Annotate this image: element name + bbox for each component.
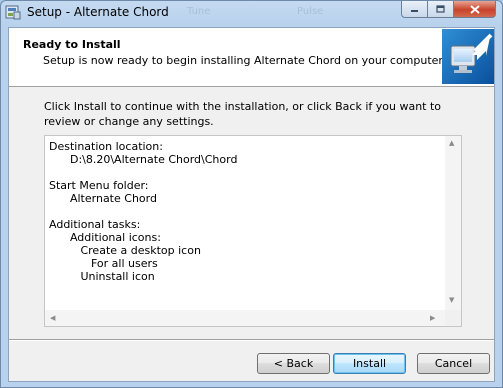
scroll-right-icon[interactable]: ▶ (430, 314, 435, 322)
ready-memo[interactable]: Destination location: D:\8.20\Alternate … (44, 135, 462, 327)
vertical-scrollbar[interactable]: ▲ ▼ (445, 136, 461, 310)
scroll-left-icon[interactable]: ◀ (50, 314, 55, 322)
wizard-header: Ready to Install Setup is now ready to b… (9, 28, 494, 87)
background-tab-text: Tune (187, 6, 211, 17)
cancel-button[interactable]: Cancel (417, 353, 490, 374)
memo-line: Create a desktop icon (49, 244, 201, 257)
memo-line: Destination location: (49, 140, 163, 153)
page-title: Ready to Install (23, 38, 121, 51)
setup-window: Setup - Alternate Chord Tune Pulse Ready… (0, 0, 503, 388)
caption-buttons (401, 1, 496, 19)
memo-line (49, 166, 237, 179)
memo-line: D:\8.20\Alternate Chord\Chord (49, 153, 238, 166)
memo-line: Start Menu folder: (49, 179, 149, 192)
horizontal-scrollbar[interactable]: ◀ ▶ (45, 310, 445, 326)
memo-line: Alternate Chord (49, 192, 157, 205)
minimize-icon (411, 10, 418, 12)
memo-line: Additional tasks: (49, 218, 141, 231)
memo-line (49, 205, 237, 218)
window-title: Setup - Alternate Chord (27, 5, 169, 19)
memo-line: For all users (49, 257, 158, 270)
computer-install-icon (442, 29, 494, 84)
title-bar[interactable]: Setup - Alternate Chord Tune Pulse (1, 1, 502, 27)
memo-line: Uninstall icon (49, 270, 155, 283)
memo-text: Destination location: D:\8.20\Alternate … (49, 140, 237, 283)
scroll-corner (445, 310, 461, 326)
wizard-body: Ready to Install Setup is now ready to b… (8, 27, 495, 382)
install-button[interactable]: Install (333, 353, 406, 374)
close-button[interactable] (453, 1, 496, 18)
scroll-up-icon[interactable]: ▲ (449, 139, 454, 147)
memo-line: Additional icons: (49, 231, 161, 244)
page-subtitle: Setup is now ready to begin installing A… (43, 54, 446, 67)
minimize-button[interactable] (401, 1, 427, 18)
button-divider (9, 339, 494, 341)
close-icon (469, 4, 480, 14)
intro-text: Click Install to continue with the insta… (44, 100, 442, 128)
scroll-down-icon[interactable]: ▼ (449, 296, 454, 304)
background-tab-text: Pulse (297, 6, 324, 17)
maximize-icon (436, 5, 445, 13)
setup-app-icon (5, 5, 21, 20)
maximize-button[interactable] (427, 1, 453, 18)
back-button[interactable]: < Back (257, 353, 330, 374)
